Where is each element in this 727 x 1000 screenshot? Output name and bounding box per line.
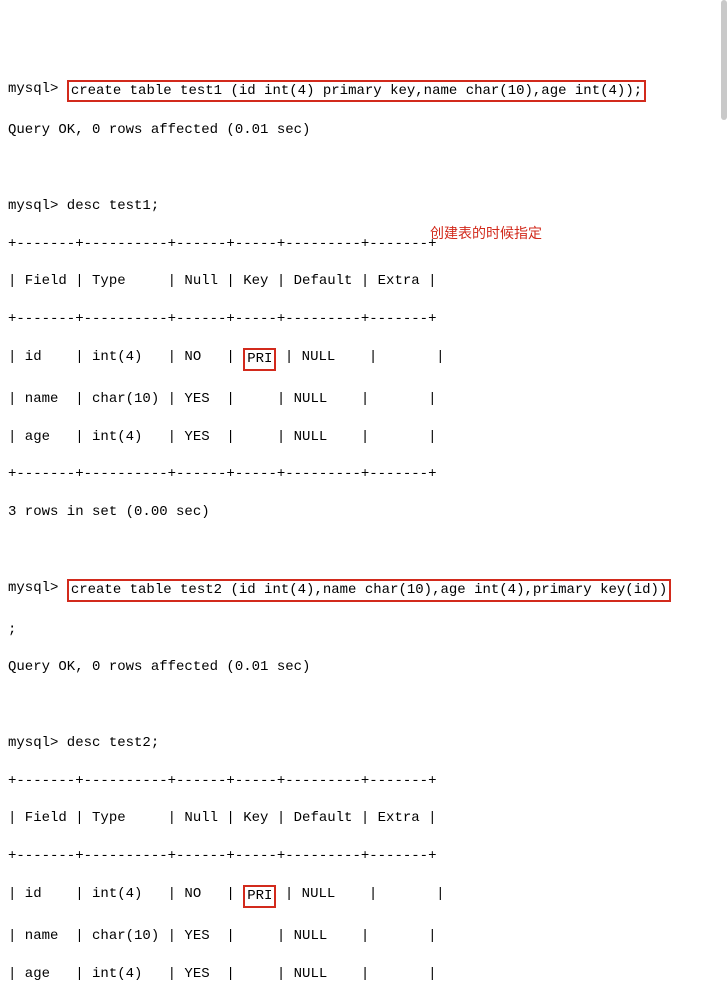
blank — [8, 159, 719, 178]
blank — [8, 541, 719, 560]
t1-row-age: | age | int(4) | YES | | NULL | | — [8, 428, 719, 447]
t1-pri-highlight: PRI — [243, 348, 276, 371]
t2-pri-highlight: PRI — [243, 885, 276, 908]
t2-row-name: | name | char(10) | YES | | NULL | | — [8, 927, 719, 946]
desc2-cmd: mysql> desc test2; — [8, 734, 719, 753]
prompt: mysql> — [8, 81, 58, 97]
cmd2-line: mysql> create table test2 (id int(4),nam… — [8, 579, 719, 602]
t1-row-name: | name | char(10) | YES | | NULL | | — [8, 390, 719, 409]
cmd2-tail: ; — [8, 621, 719, 640]
scrollbar[interactable] — [721, 0, 727, 120]
desc1-cmd: mysql> desc test1; — [8, 197, 719, 216]
t1-border-top: +-------+----------+------+-----+-------… — [8, 235, 719, 254]
t2-head: | Field | Type | Null | Key | Default | … — [8, 809, 719, 828]
annotation-text: 创建表的时候指定 — [430, 224, 542, 243]
t1-border-mid: +-------+----------+------+-----+-------… — [8, 310, 719, 329]
cmd2-highlight: create table test2 (id int(4),name char(… — [67, 579, 672, 602]
ok2: Query OK, 0 rows affected (0.01 sec) — [8, 658, 719, 677]
t1-head: | Field | Type | Null | Key | Default | … — [8, 272, 719, 291]
t2-border-top: +-------+----------+------+-----+-------… — [8, 772, 719, 791]
cmd1-highlight: create table test1 (id int(4) primary ke… — [67, 80, 646, 103]
t1-row-id: | id | int(4) | NO | PRI | NULL | | — [8, 348, 719, 371]
cmd1-line: mysql> create table test1 (id int(4) pri… — [8, 80, 719, 103]
blank — [8, 696, 719, 715]
t2-row-id: | id | int(4) | NO | PRI | NULL | | — [8, 885, 719, 908]
t2-border-mid: +-------+----------+------+-----+-------… — [8, 847, 719, 866]
t2-row-age: | age | int(4) | YES | | NULL | | — [8, 965, 719, 984]
t1-border-bot: +-------+----------+------+-----+-------… — [8, 465, 719, 484]
t1-rows-msg: 3 rows in set (0.00 sec) — [8, 503, 719, 522]
ok1: Query OK, 0 rows affected (0.01 sec) — [8, 121, 719, 140]
